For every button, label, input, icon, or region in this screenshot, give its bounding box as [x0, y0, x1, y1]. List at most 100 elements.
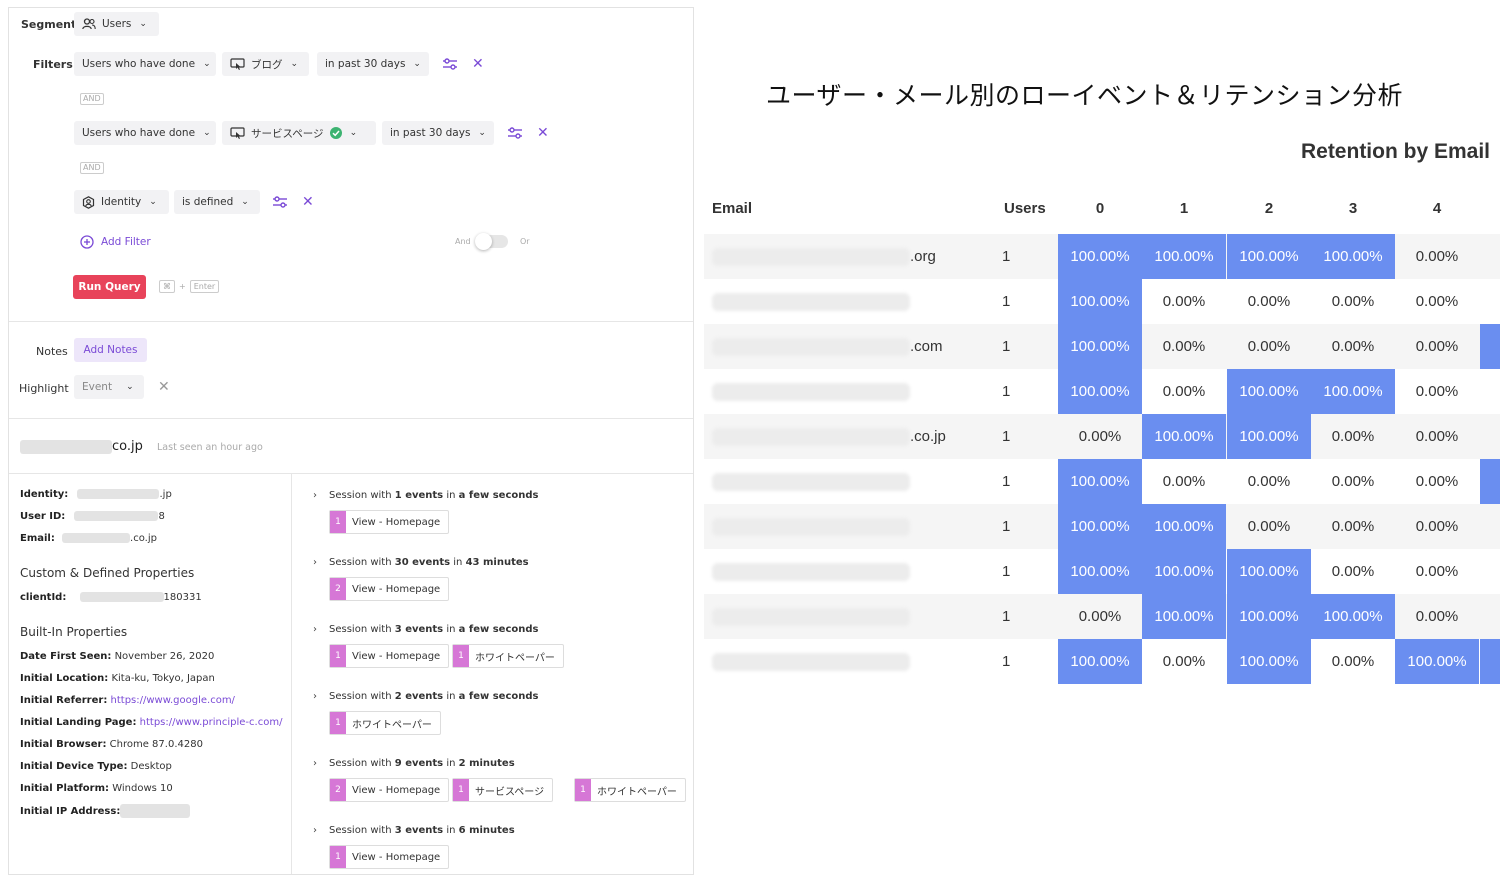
redacted-email: [712, 427, 910, 446]
redacted-text: [62, 533, 131, 543]
event-chip[interactable]: 2 View - Homepage: [329, 577, 450, 601]
chevron-right-icon: ›: [313, 624, 317, 635]
session-header[interactable]: › Session with 3 events in 6 minutes: [313, 825, 515, 836]
and-or-toggle[interactable]: [475, 233, 508, 250]
tune-icon[interactable]: [272, 196, 288, 208]
event-chip[interactable]: 2 View - Homepage: [329, 778, 450, 802]
highlight-dropdown[interactable]: Event ⌄: [74, 375, 144, 399]
prop-label: Initial Referrer:: [20, 695, 108, 706]
filter-2-subject-dropdown[interactable]: Users who have done ⌄: [74, 121, 216, 145]
email-label: Email:: [20, 533, 55, 544]
event-chip[interactable]: 1 View - Homepage: [329, 845, 450, 869]
filter-3-condition: is defined: [182, 196, 234, 208]
prop-value: Kita-ku, Tokyo, Japan: [111, 673, 215, 684]
event-name: ホワイトペーパー: [352, 719, 432, 731]
retention-cell: 0.00%: [1162, 293, 1206, 310]
retention-cell: 0.00%: [1415, 383, 1459, 400]
prop-label: Initial Browser:: [20, 739, 107, 750]
filter-2-time-dropdown[interactable]: in past 30 days ⌄: [382, 121, 494, 145]
event-name: ホワイトペーパー: [475, 652, 555, 664]
tune-icon[interactable]: [507, 127, 523, 139]
filter-1-time-dropdown[interactable]: in past 30 days ⌄: [317, 52, 429, 76]
add-notes-button[interactable]: Add Notes: [74, 338, 147, 362]
session-mid: in: [446, 691, 456, 702]
event-count-badge: 1: [330, 645, 346, 667]
prop-label: Date First Seen:: [20, 651, 112, 662]
event-chip[interactable]: 1 ホワイトペーパー: [329, 711, 441, 735]
retention-cell: 0.00%: [1162, 383, 1206, 400]
retention-cell: 100.00%: [1058, 279, 1142, 324]
table-row: .org 1 100.00% 100.00% 100.00% 100.00% 0.00%: [704, 234, 1500, 279]
remove-filter-1-icon[interactable]: ✕: [472, 57, 484, 71]
filter-3-condition-dropdown[interactable]: is defined ⌄: [174, 190, 260, 214]
run-query-button[interactable]: Run Query: [73, 275, 146, 299]
event-chip[interactable]: 1 サービスページ: [452, 778, 554, 802]
chevron-down-icon: ⌄: [290, 59, 299, 69]
filter-3-subject-dropdown[interactable]: Identity ⌄: [74, 190, 169, 214]
clear-highlight-icon[interactable]: ✕: [158, 379, 170, 395]
col-header-period: 4: [1432, 200, 1442, 217]
redacted-email: [712, 247, 910, 266]
chevron-right-icon: ›: [313, 557, 317, 568]
retention-cell: 100.00%: [1058, 639, 1142, 684]
event-count-badge: 1: [453, 779, 469, 801]
redacted-email: [712, 382, 910, 401]
segment-dropdown[interactable]: Users ⌄: [74, 12, 159, 36]
session-duration: 6 minutes: [458, 825, 515, 836]
event-count-badge: 2: [330, 578, 346, 600]
event-name: View - Homepage: [352, 784, 441, 796]
event-chip[interactable]: 1 ホワイトペーパー: [574, 778, 686, 802]
landing-page-link[interactable]: https://www.principle-c.com/: [140, 717, 283, 728]
filter-1-subject-dropdown[interactable]: Users who have done ⌄: [74, 52, 216, 76]
chevron-down-icon: ⌄: [149, 197, 157, 207]
filter-2-subject: Users who have done: [82, 127, 196, 139]
retention-cell: 100.00%: [1311, 369, 1395, 414]
chevron-down-icon: ⌄: [126, 382, 134, 392]
table-row: 1 100.00% 0.00% 100.00% 0.00% 100.00%: [704, 639, 1500, 684]
session-header[interactable]: › Session with 30 events in 43 minutes: [313, 557, 529, 568]
and-tag: AND: [80, 162, 104, 174]
retention-cell: 0.00%: [1162, 473, 1206, 490]
session-header[interactable]: › Session with 9 events in 2 minutes: [313, 758, 515, 769]
filter-1-event-dropdown[interactable]: ブログ ⌄: [222, 52, 309, 76]
chevron-right-icon: ›: [313, 691, 317, 702]
remove-filter-2-icon[interactable]: ✕: [537, 126, 549, 140]
query-panel: Segment Users ⌄ Filters Users who have d…: [8, 7, 694, 875]
referrer-link[interactable]: https://www.google.com/: [111, 695, 235, 706]
table-row: .com 1 100.00% 0.00% 0.00% 0.00% 0.00%: [704, 324, 1500, 369]
builtin-prop-row: Initial Device Type: Desktop: [20, 761, 172, 772]
session-header[interactable]: › Session with 2 events in a few seconds: [313, 691, 538, 702]
event-count-badge: 1: [330, 846, 346, 868]
filter-2-event-dropdown[interactable]: サービスページ ⌄: [222, 121, 376, 145]
event-chip[interactable]: 1 View - Homepage: [329, 510, 450, 534]
users-cell: 1: [1002, 518, 1011, 535]
remove-filter-3-icon[interactable]: ✕: [302, 195, 314, 209]
session-events: 3 events: [394, 624, 444, 635]
email-cell: .org: [712, 234, 936, 279]
highlight-value: Event: [82, 381, 113, 393]
retention-cell: 0.00%: [1247, 518, 1291, 535]
email-row: Email: .co.jp: [20, 533, 157, 544]
session-header[interactable]: › Session with 1 events in a few seconds: [313, 490, 538, 501]
session-header[interactable]: › Session with 3 events in a few seconds: [313, 624, 538, 635]
identity-suffix: .jp: [159, 489, 172, 500]
column-divider: [291, 474, 292, 874]
prop-value: November 26, 2020: [114, 651, 215, 662]
event-chip[interactable]: 1 View - Homepage: [329, 644, 450, 668]
retention-cell: 100.00%: [1311, 594, 1395, 639]
filter-1-event: ブログ: [251, 58, 283, 71]
session-prefix: Session with: [329, 691, 392, 702]
redacted-email: [712, 517, 910, 536]
redacted-email: [712, 292, 910, 311]
builtin-prop-row: Initial Referrer: https://www.google.com…: [20, 695, 235, 706]
add-filter-button[interactable]: Add Filter: [80, 235, 151, 249]
event-chip[interactable]: 1 ホワイトペーパー: [452, 644, 564, 668]
divider: [9, 418, 693, 419]
users-cell: 1: [1002, 293, 1011, 310]
plus-circle-icon: [80, 235, 94, 249]
tune-icon[interactable]: [442, 58, 458, 70]
event-name: ホワイトペーパー: [597, 786, 677, 798]
session-events: 30 events: [394, 557, 451, 568]
event-name: View - Homepage: [352, 650, 441, 662]
chevron-down-icon: ⌄: [413, 59, 421, 69]
